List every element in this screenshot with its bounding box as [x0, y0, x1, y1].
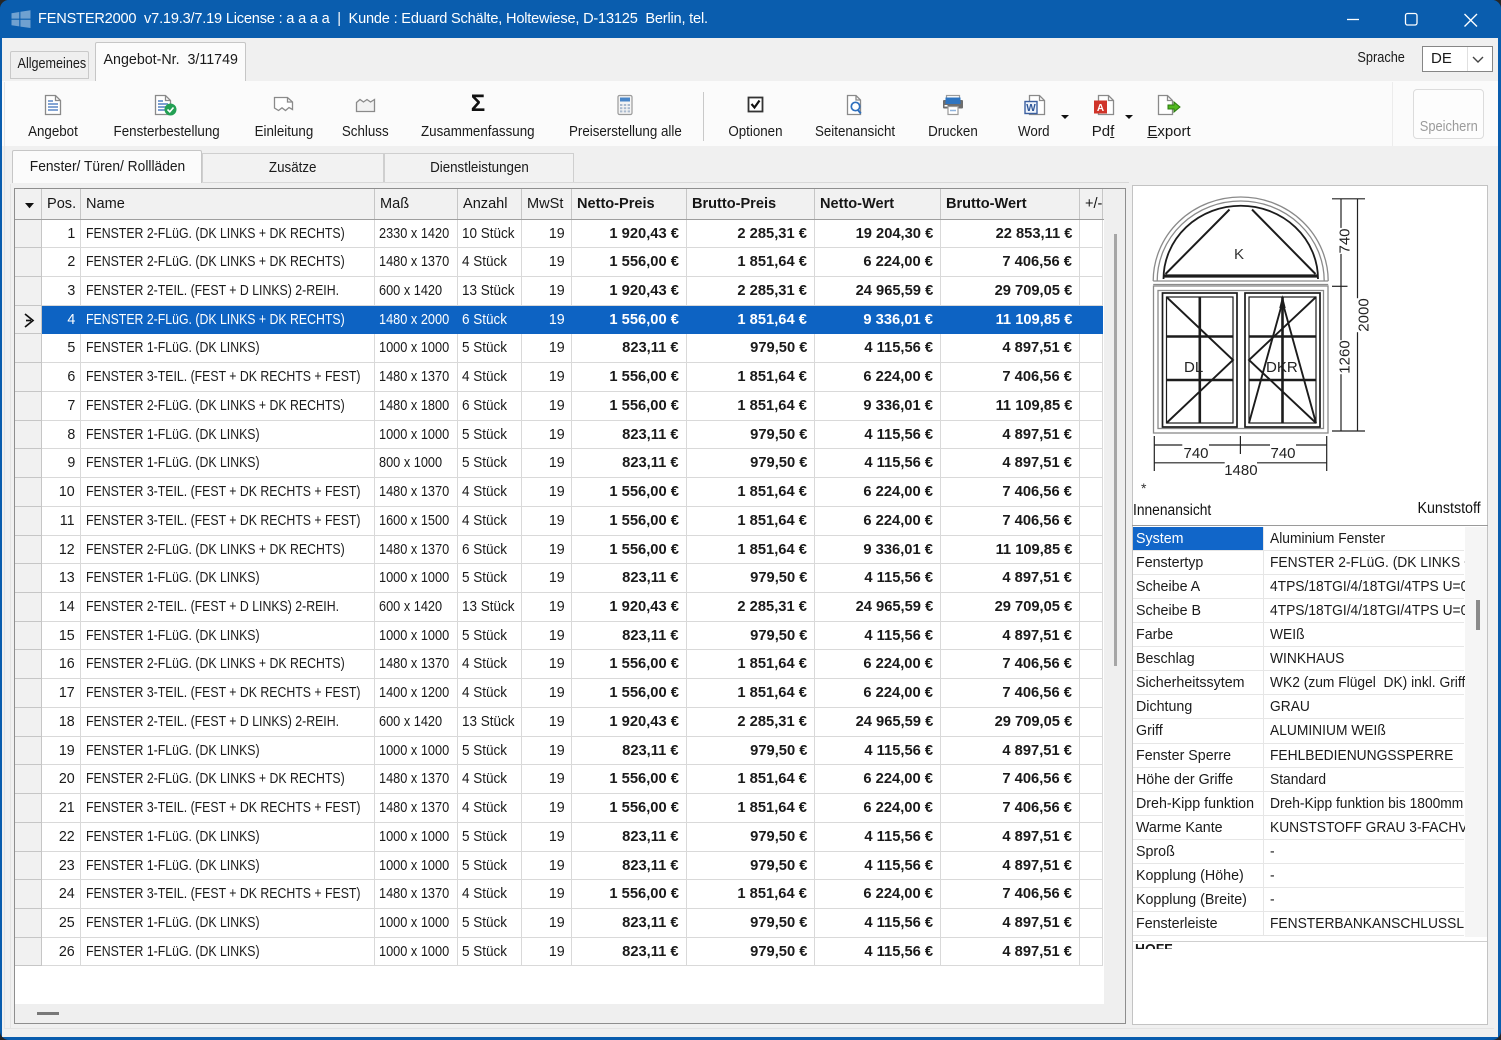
svg-text:740: 740: [1183, 445, 1208, 462]
svg-text:K: K: [1234, 246, 1244, 263]
svg-text:740: 740: [1270, 445, 1295, 462]
svg-text:2000: 2000: [1356, 298, 1373, 331]
svg-text:DL: DL: [1184, 359, 1203, 376]
svg-text:W: W: [1026, 103, 1036, 114]
svg-text:740: 740: [1337, 228, 1354, 253]
svg-text:1480: 1480: [1224, 462, 1257, 479]
svg-text:1260: 1260: [1337, 340, 1354, 373]
svg-text:A: A: [1097, 103, 1104, 114]
svg-text:DKR: DKR: [1266, 359, 1298, 376]
